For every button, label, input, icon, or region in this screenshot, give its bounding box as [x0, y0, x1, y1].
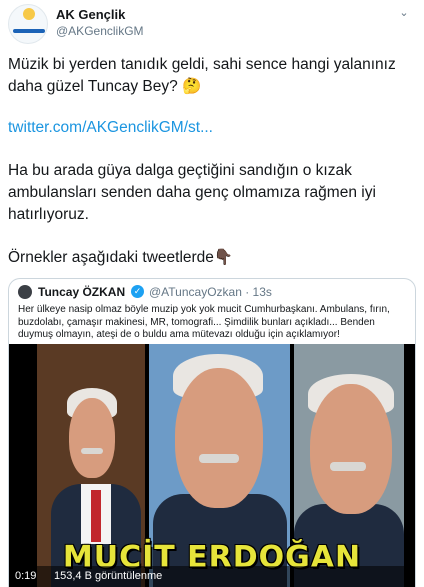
quoted-tweet[interactable]: Tuncay ÖZKAN ✓ @ATuncayOzkan · 13s Her ü…: [8, 278, 416, 587]
video-controls[interactable]: 0:19 153,4 B görüntülenme: [9, 566, 415, 587]
quoted-tweet-text: Her ülkeye nasip olmaz böyle muzip yok y…: [18, 304, 390, 340]
video-player[interactable]: MUCİT ERDOĞAN 0:19 153,4 B görüntülenme: [9, 344, 415, 587]
author-display-name[interactable]: AK Gençlik: [56, 7, 125, 22]
tweet-text-paragraph-2: Ha bu arada güya dalga geçtiğini sandığı…: [8, 162, 376, 223]
tweet-text-paragraph-1: Müzik bi yerden tanıdık geldi, sahi senc…: [8, 56, 396, 95]
quoted-handle-time: @ATuncayOzkan · 13s: [149, 285, 272, 299]
quoted-author-name: Tuncay ÖZKAN: [38, 285, 126, 299]
verified-badge-icon: ✓: [131, 285, 144, 298]
quoted-avatar: [18, 285, 32, 299]
tweet-link[interactable]: twitter.com/AKGenclikGM/st...: [8, 117, 418, 139]
tweet-text-3-label: Örnekler aşağıdaki tweetlerde: [8, 249, 214, 267]
author-handle[interactable]: @AKGenclikGM: [56, 24, 144, 38]
pointing-down-emoji-icon: 👇🏿: [213, 249, 234, 266]
avatar[interactable]: [8, 4, 48, 44]
video-elapsed-time: 0:19: [15, 570, 37, 582]
tweet-header: AK Gençlik @AKGenclikGM ⌄: [8, 4, 416, 44]
tweet-text-paragraph-3: Örnekler aşağıdaki tweetlerde👇🏿: [8, 247, 418, 269]
logo-bar: [13, 29, 45, 33]
bulb-logo-icon: [23, 8, 35, 20]
video-view-count: 153,4 B görüntülenme: [54, 570, 163, 582]
chevron-down-icon[interactable]: ⌄: [396, 6, 412, 22]
